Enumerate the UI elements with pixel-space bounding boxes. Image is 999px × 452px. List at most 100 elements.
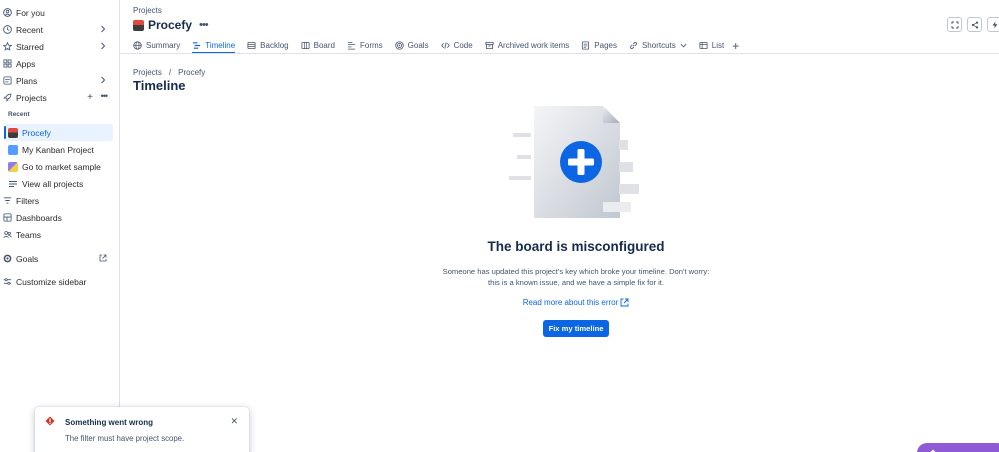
fix-timeline-button[interactable]: Fix my timeline (543, 320, 609, 337)
sidebar-item-plans[interactable]: Plans (0, 72, 119, 89)
sidebar-item-label: Recent (16, 24, 43, 35)
sidebar-item-label: Dashboards (16, 212, 62, 223)
pages-icon (581, 41, 590, 50)
chevron-right-icon (101, 76, 106, 84)
globe-icon (133, 41, 142, 50)
lightning-icon (992, 21, 997, 28)
breadcrumb-projects[interactable]: Projects (133, 68, 162, 77)
close-icon[interactable]: ✕ (230, 416, 238, 427)
backlog-icon (247, 41, 256, 50)
sidebar-project-label: Go to market sample (22, 161, 101, 172)
sidebar-project-procefy[interactable]: Procefy (4, 124, 113, 141)
add-project-icon[interactable]: + (87, 92, 93, 103)
apps-icon (3, 59, 12, 68)
project-more-icon[interactable]: ••• (199, 19, 209, 31)
expand-icon (951, 21, 958, 28)
tab-goals[interactable]: Goals (394, 38, 429, 53)
tab-label: Pages (594, 41, 617, 50)
sidebar-project-go-to-market[interactable]: Go to market sample (4, 158, 113, 175)
active-indicator (4, 126, 6, 139)
tab-pages[interactable]: Pages (581, 38, 617, 53)
rovo-chat-button[interactable] (917, 443, 999, 452)
empty-state-title: The board is misconfigured (487, 239, 665, 254)
link-icon (629, 41, 638, 50)
star-icon (3, 42, 12, 51)
error-icon (45, 416, 55, 426)
sidebar-project-label: My Kanban Project (22, 144, 94, 155)
tab-board[interactable]: Board (301, 38, 335, 53)
chevron-right-icon (101, 25, 106, 33)
board-icon (301, 41, 310, 50)
fullscreen-button[interactable] (947, 17, 962, 32)
project-name[interactable]: Procefy (148, 18, 192, 32)
sidebar-item-label: For you (16, 7, 45, 18)
sidebar-item-recent[interactable]: Recent (0, 21, 119, 38)
sidebar-item-teams[interactable]: Teams (0, 226, 119, 243)
tab-backlog[interactable]: Backlog (247, 38, 289, 53)
breadcrumb-projects[interactable]: Projects (133, 6, 162, 15)
code-icon (440, 41, 450, 50)
project-avatar (8, 161, 18, 172)
error-flag: Something went wrong The filter must hav… (35, 407, 249, 452)
misconfigured-illustration (509, 106, 639, 218)
tab-label: Timeline (205, 41, 236, 50)
project-avatar (8, 144, 18, 155)
sidebar-project-label: View all projects (22, 178, 84, 189)
share-button[interactable] (967, 17, 982, 32)
sidebar-item-dashboards[interactable]: Dashboards (0, 209, 119, 226)
chevron-right-icon (101, 42, 106, 50)
more-icon[interactable]: ••• (101, 91, 109, 101)
tab-code[interactable]: Code (440, 38, 473, 53)
sidebar-item-apps[interactable]: Apps (0, 55, 119, 72)
add-tab-icon[interactable]: + (732, 39, 739, 53)
error-flag-body: The filter must have project scope. (65, 434, 185, 443)
sidebar-item-filters[interactable]: Filters (0, 192, 119, 209)
tab-label: List (711, 41, 725, 50)
tab-label: Forms (360, 41, 383, 50)
project-logo (133, 19, 144, 31)
sidebar-project-kanban[interactable]: My Kanban Project (4, 141, 113, 158)
timeline-icon (192, 41, 201, 50)
sidebar-item-projects[interactable]: Projects + ••• (0, 89, 119, 106)
chevron-down-icon (680, 43, 687, 48)
share-icon (971, 21, 978, 28)
sidebar-item-label: Teams (16, 229, 42, 240)
tab-shortcuts[interactable]: Shortcuts (629, 38, 687, 53)
sidebar: For you Recent Starred Apps Plans Projec… (0, 0, 120, 452)
tab-label: Shortcuts (641, 41, 676, 50)
tab-label: Summary (146, 41, 181, 50)
sidebar-item-goals[interactable]: Goals (0, 250, 119, 267)
forms-icon (347, 41, 356, 50)
sidebar-item-label: Goals (16, 253, 39, 264)
tab-label: Code (453, 41, 473, 50)
tab-timeline[interactable]: Timeline (192, 38, 236, 54)
sidebar-item-customize[interactable]: Customize sidebar (0, 273, 119, 290)
sidebar-item-for-you[interactable]: For you (0, 4, 119, 21)
tab-archived-work-items[interactable]: Archived work items (485, 38, 570, 53)
project-tabs: Summary Timeline Backlog Board Forms Goa… (133, 38, 739, 54)
tabs-divider (120, 53, 999, 54)
tab-label: Backlog (260, 41, 289, 50)
sidebar-item-label: Apps (16, 58, 36, 69)
external-link-icon (620, 298, 629, 307)
tab-list[interactable]: List (699, 38, 724, 53)
breadcrumb-project[interactable]: Procefy (178, 68, 205, 77)
clock-icon (3, 25, 12, 34)
read-more-link[interactable]: Read more about this error (420, 298, 732, 307)
tab-forms[interactable]: Forms (347, 38, 383, 53)
project-avatar (8, 127, 18, 138)
tab-label: Archived work items (497, 41, 570, 50)
automation-button[interactable] (987, 17, 999, 32)
sidebar-item-starred[interactable]: Starred (0, 38, 119, 55)
sidebar-recent-header: Recent (8, 111, 30, 118)
sidebar-project-label: Procefy (22, 127, 51, 138)
filter-icon (3, 196, 12, 205)
sidebar-item-label: Plans (16, 75, 38, 86)
sidebar-item-label: Customize sidebar (16, 276, 87, 287)
list-icon (8, 179, 18, 189)
sidebar-view-all-projects[interactable]: View all projects (4, 175, 113, 192)
dashboard-icon (3, 213, 12, 222)
tab-label: Board (313, 41, 335, 50)
tab-label: Goals (407, 41, 429, 50)
tab-summary[interactable]: Summary (133, 38, 180, 53)
